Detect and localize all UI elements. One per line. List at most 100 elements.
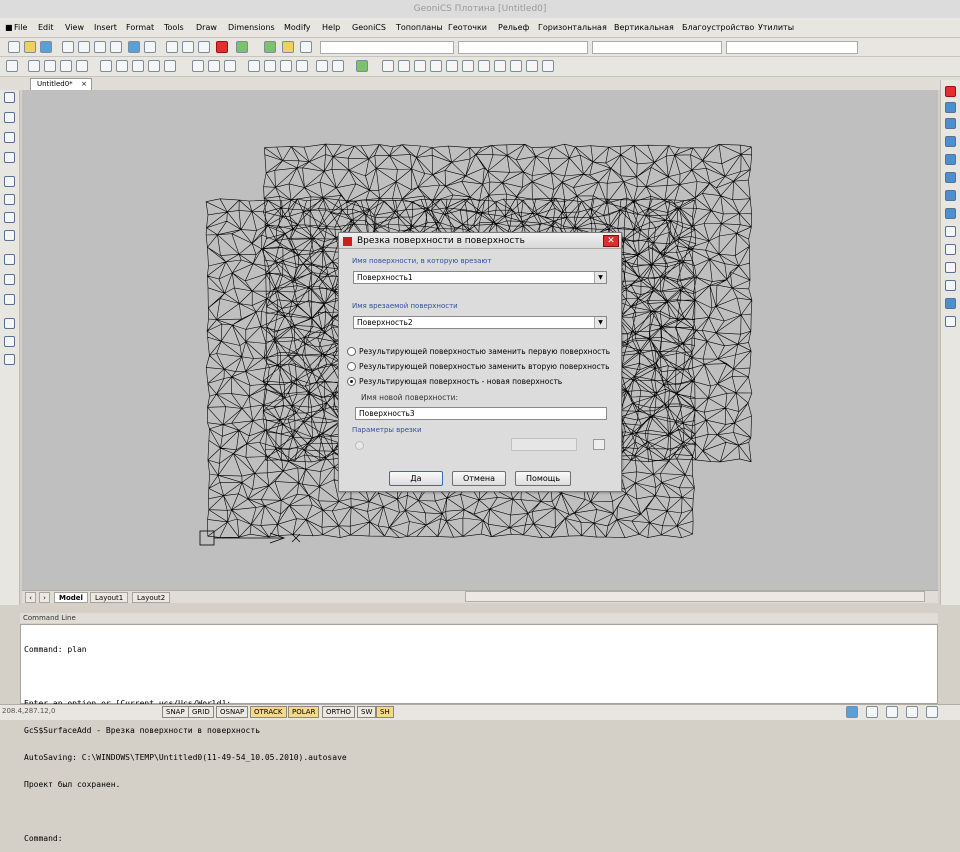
replace-second-radio[interactable] — [347, 362, 356, 371]
polygon-tool-icon[interactable] — [4, 176, 15, 187]
paste-special-icon[interactable] — [198, 41, 210, 53]
status-ortho-button[interactable]: ORTHO — [322, 706, 355, 718]
replace-first-radio[interactable] — [347, 347, 356, 356]
level-icon[interactable] — [478, 60, 490, 72]
insert-tool-icon[interactable] — [4, 294, 15, 305]
status-snap-button[interactable]: SNAP — [162, 706, 189, 718]
layer-state-icon[interactable] — [300, 41, 312, 53]
cancel-button[interactable]: Отмена — [452, 471, 506, 486]
stretch-tool-icon[interactable] — [945, 190, 956, 201]
menu-item-help[interactable]: Help — [322, 23, 340, 32]
text-icon[interactable] — [44, 60, 56, 72]
new-surface-name-input[interactable]: Поверхность3 — [355, 407, 607, 420]
arc-tool-icon[interactable] — [4, 112, 15, 123]
pencil-icon[interactable] — [60, 60, 72, 72]
slope-icon[interactable] — [398, 60, 410, 72]
layer-icon[interactable] — [264, 41, 276, 53]
menu-item-relief[interactable]: Рельеф — [498, 23, 529, 32]
nav-next-icon[interactable]: › — [39, 592, 50, 603]
scale-tool-icon[interactable] — [945, 172, 956, 183]
erase-tool-icon[interactable] — [945, 86, 956, 97]
chevron-down-icon[interactable]: ▼ — [594, 272, 606, 283]
extend-tool-icon[interactable] — [945, 226, 956, 237]
rectangle-tool-icon[interactable] — [4, 194, 15, 205]
erase-icon[interactable] — [216, 41, 228, 53]
horizontal-scrollbar[interactable] — [465, 591, 925, 602]
block-tool-icon[interactable] — [4, 274, 15, 285]
mirror-icon[interactable] — [264, 60, 276, 72]
copy-tool-icon[interactable] — [945, 102, 956, 113]
circle-snap-icon[interactable] — [116, 60, 128, 72]
curve-icon[interactable] — [510, 60, 522, 72]
clipboard-icon[interactable] — [182, 41, 194, 53]
menu-item-geopoints[interactable]: Геоточки — [448, 23, 487, 32]
command-prompt-input[interactable]: Command: — [24, 834, 934, 843]
replace-second-label[interactable]: Результирующей поверхностью заменить вто… — [359, 362, 610, 371]
ray-icon[interactable] — [28, 60, 40, 72]
nav-prev-icon[interactable]: ‹ — [25, 592, 36, 603]
app-menu-icon[interactable]: ■ — [5, 23, 13, 32]
menu-item-view[interactable]: View — [65, 23, 84, 32]
redo-icon[interactable] — [144, 41, 156, 53]
label-icon[interactable] — [494, 60, 506, 72]
properties-icon[interactable] — [282, 41, 294, 53]
tab-layout2[interactable]: Layout2 — [132, 592, 171, 603]
target-surface-select[interactable]: Поверхность1 ▼ — [353, 271, 607, 284]
fillet-tool-icon[interactable] — [945, 280, 956, 291]
table-icon[interactable] — [208, 60, 220, 72]
menu-item-vertical[interactable]: Вертикальная — [614, 23, 674, 32]
save-icon[interactable] — [40, 41, 52, 53]
menu-item-modify[interactable]: Modify — [284, 23, 311, 32]
section-icon[interactable] — [446, 60, 458, 72]
copy-icon[interactable] — [78, 41, 90, 53]
menu-item-utilities[interactable]: Утилиты — [758, 23, 794, 32]
region-tool-icon[interactable] — [4, 318, 15, 329]
new-surface-radio[interactable] — [347, 377, 356, 386]
tab-close-icon[interactable]: × — [81, 79, 87, 90]
new-surface-label[interactable]: Результирующая поверхность - новая повер… — [359, 377, 562, 386]
menu-item-dimensions[interactable]: Dimensions — [228, 23, 275, 32]
profile-icon[interactable] — [382, 60, 394, 72]
command-line-output[interactable]: Command: plan Enter an option or [Curren… — [20, 624, 938, 843]
tab-model[interactable]: Model — [54, 592, 88, 603]
status-otrack-button[interactable]: OTRACK — [250, 706, 287, 718]
menu-item-geonics[interactable]: GeoniCS — [352, 23, 386, 32]
chevron-down-icon[interactable]: ▼ — [594, 317, 606, 328]
menu-item-edit[interactable]: Edit — [38, 23, 54, 32]
scissors-icon[interactable] — [166, 41, 178, 53]
linetype-combo[interactable] — [592, 41, 722, 54]
explode-tool-icon[interactable] — [945, 298, 956, 309]
triangle-snap-icon[interactable] — [148, 60, 160, 72]
dimension-aligned-icon[interactable] — [332, 60, 344, 72]
dimension-icon[interactable] — [316, 60, 328, 72]
circle-tool-icon[interactable] — [4, 132, 15, 143]
tab-layout1[interactable]: Layout1 — [90, 592, 129, 603]
cut-icon[interactable] — [62, 41, 74, 53]
menu-item-horizontal[interactable]: Горизонтальная — [538, 23, 607, 32]
quadrant-snap-icon[interactable] — [132, 60, 144, 72]
tray-icon[interactable] — [866, 706, 878, 718]
cross-icon[interactable] — [76, 60, 88, 72]
move-icon[interactable] — [248, 60, 260, 72]
menu-item-topoplans[interactable]: Топопланы — [396, 23, 443, 32]
insert-surface-select[interactable]: Поверхность2 ▼ — [353, 316, 607, 329]
contour-icon[interactable] — [430, 60, 442, 72]
color-combo[interactable] — [458, 41, 588, 54]
ok-button[interactable]: Да — [389, 471, 443, 486]
status-sh-button[interactable]: SH — [376, 706, 394, 718]
ellipse-tool-icon[interactable] — [4, 152, 15, 163]
pick-point-icon[interactable] — [593, 439, 605, 450]
match-properties-icon[interactable] — [110, 41, 122, 53]
grid-icon[interactable] — [192, 60, 204, 72]
line-tool-icon[interactable] — [4, 92, 15, 103]
point-icon[interactable] — [542, 60, 554, 72]
table-tool-icon[interactable] — [4, 336, 15, 347]
hatch-icon[interactable] — [224, 60, 236, 72]
zoom-icon[interactable] — [236, 41, 248, 53]
menu-item-format[interactable]: Format — [126, 23, 154, 32]
menu-item-landscaping[interactable]: Благоустройство — [682, 23, 754, 32]
trim-tool-icon[interactable] — [945, 208, 956, 219]
polyline-icon[interactable] — [526, 60, 538, 72]
mirror-tool-icon[interactable] — [945, 118, 956, 129]
layer-combo[interactable] — [320, 41, 454, 54]
